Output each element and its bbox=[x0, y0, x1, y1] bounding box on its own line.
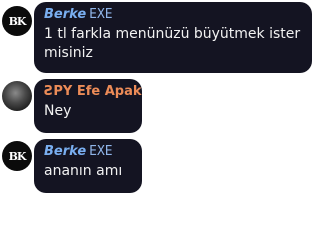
sender-name-text: Berke bbox=[44, 144, 87, 159]
message-text: Ney bbox=[44, 103, 72, 119]
sender-name[interactable]: Berke EXE bbox=[44, 7, 302, 23]
message-bubble[interactable]: ƧPY Efe Apak Ney bbox=[34, 79, 142, 133]
sender-name-text: Berke bbox=[44, 7, 87, 22]
sender-name-text: ƧPY Efe Apak bbox=[44, 84, 142, 99]
sender-suffix: EXE bbox=[89, 7, 113, 22]
avatar[interactable]: BK bbox=[2, 141, 32, 171]
avatar[interactable]: BK bbox=[2, 6, 32, 36]
chat-thread: BK Berke EXE 1 tl farkla menünüzü büyütme… bbox=[0, 0, 320, 241]
avatar-initials: BK bbox=[8, 149, 27, 163]
avatar[interactable] bbox=[2, 81, 32, 111]
sender-name[interactable]: ƧPY Efe Apak bbox=[44, 84, 142, 100]
message-bubble[interactable]: Berke EXE ananın amı bbox=[34, 139, 142, 193]
avatar-initials: BK bbox=[8, 14, 27, 28]
message-bubble[interactable]: Berke EXE 1 tl farkla menünüzü büyütmek i… bbox=[34, 2, 312, 73]
message-text: ananın amı bbox=[44, 163, 123, 179]
sender-name[interactable]: Berke EXE bbox=[44, 144, 132, 160]
sender-suffix: EXE bbox=[89, 144, 113, 159]
message-text: 1 tl farkla menünüzü büyütmek ister misi… bbox=[44, 26, 301, 61]
